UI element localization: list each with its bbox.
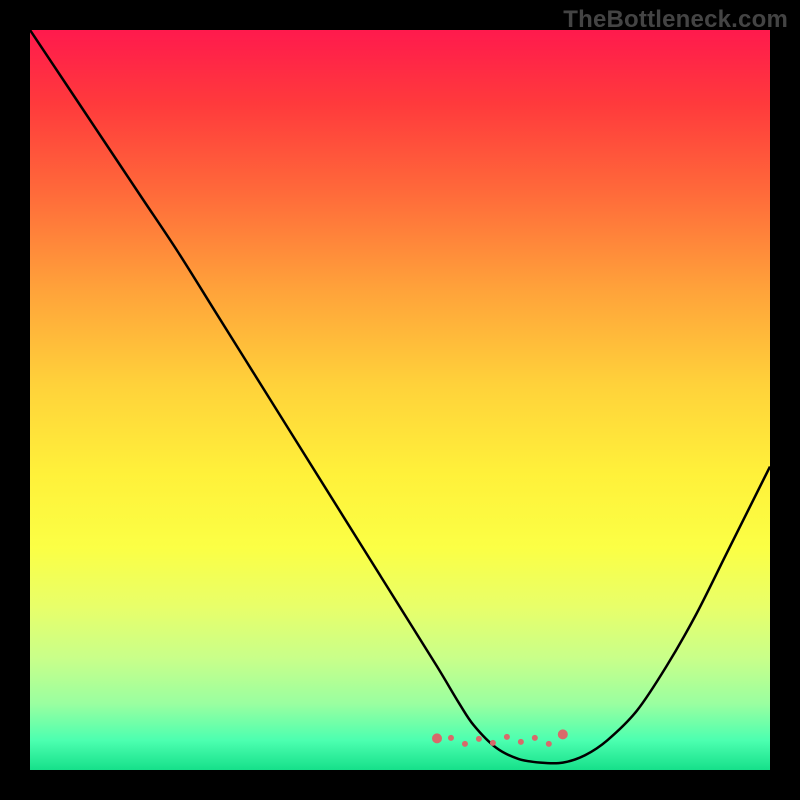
bottleneck-curve — [30, 30, 770, 770]
chart-container: TheBottleneck.com — [0, 0, 800, 800]
plot-area — [30, 30, 770, 770]
